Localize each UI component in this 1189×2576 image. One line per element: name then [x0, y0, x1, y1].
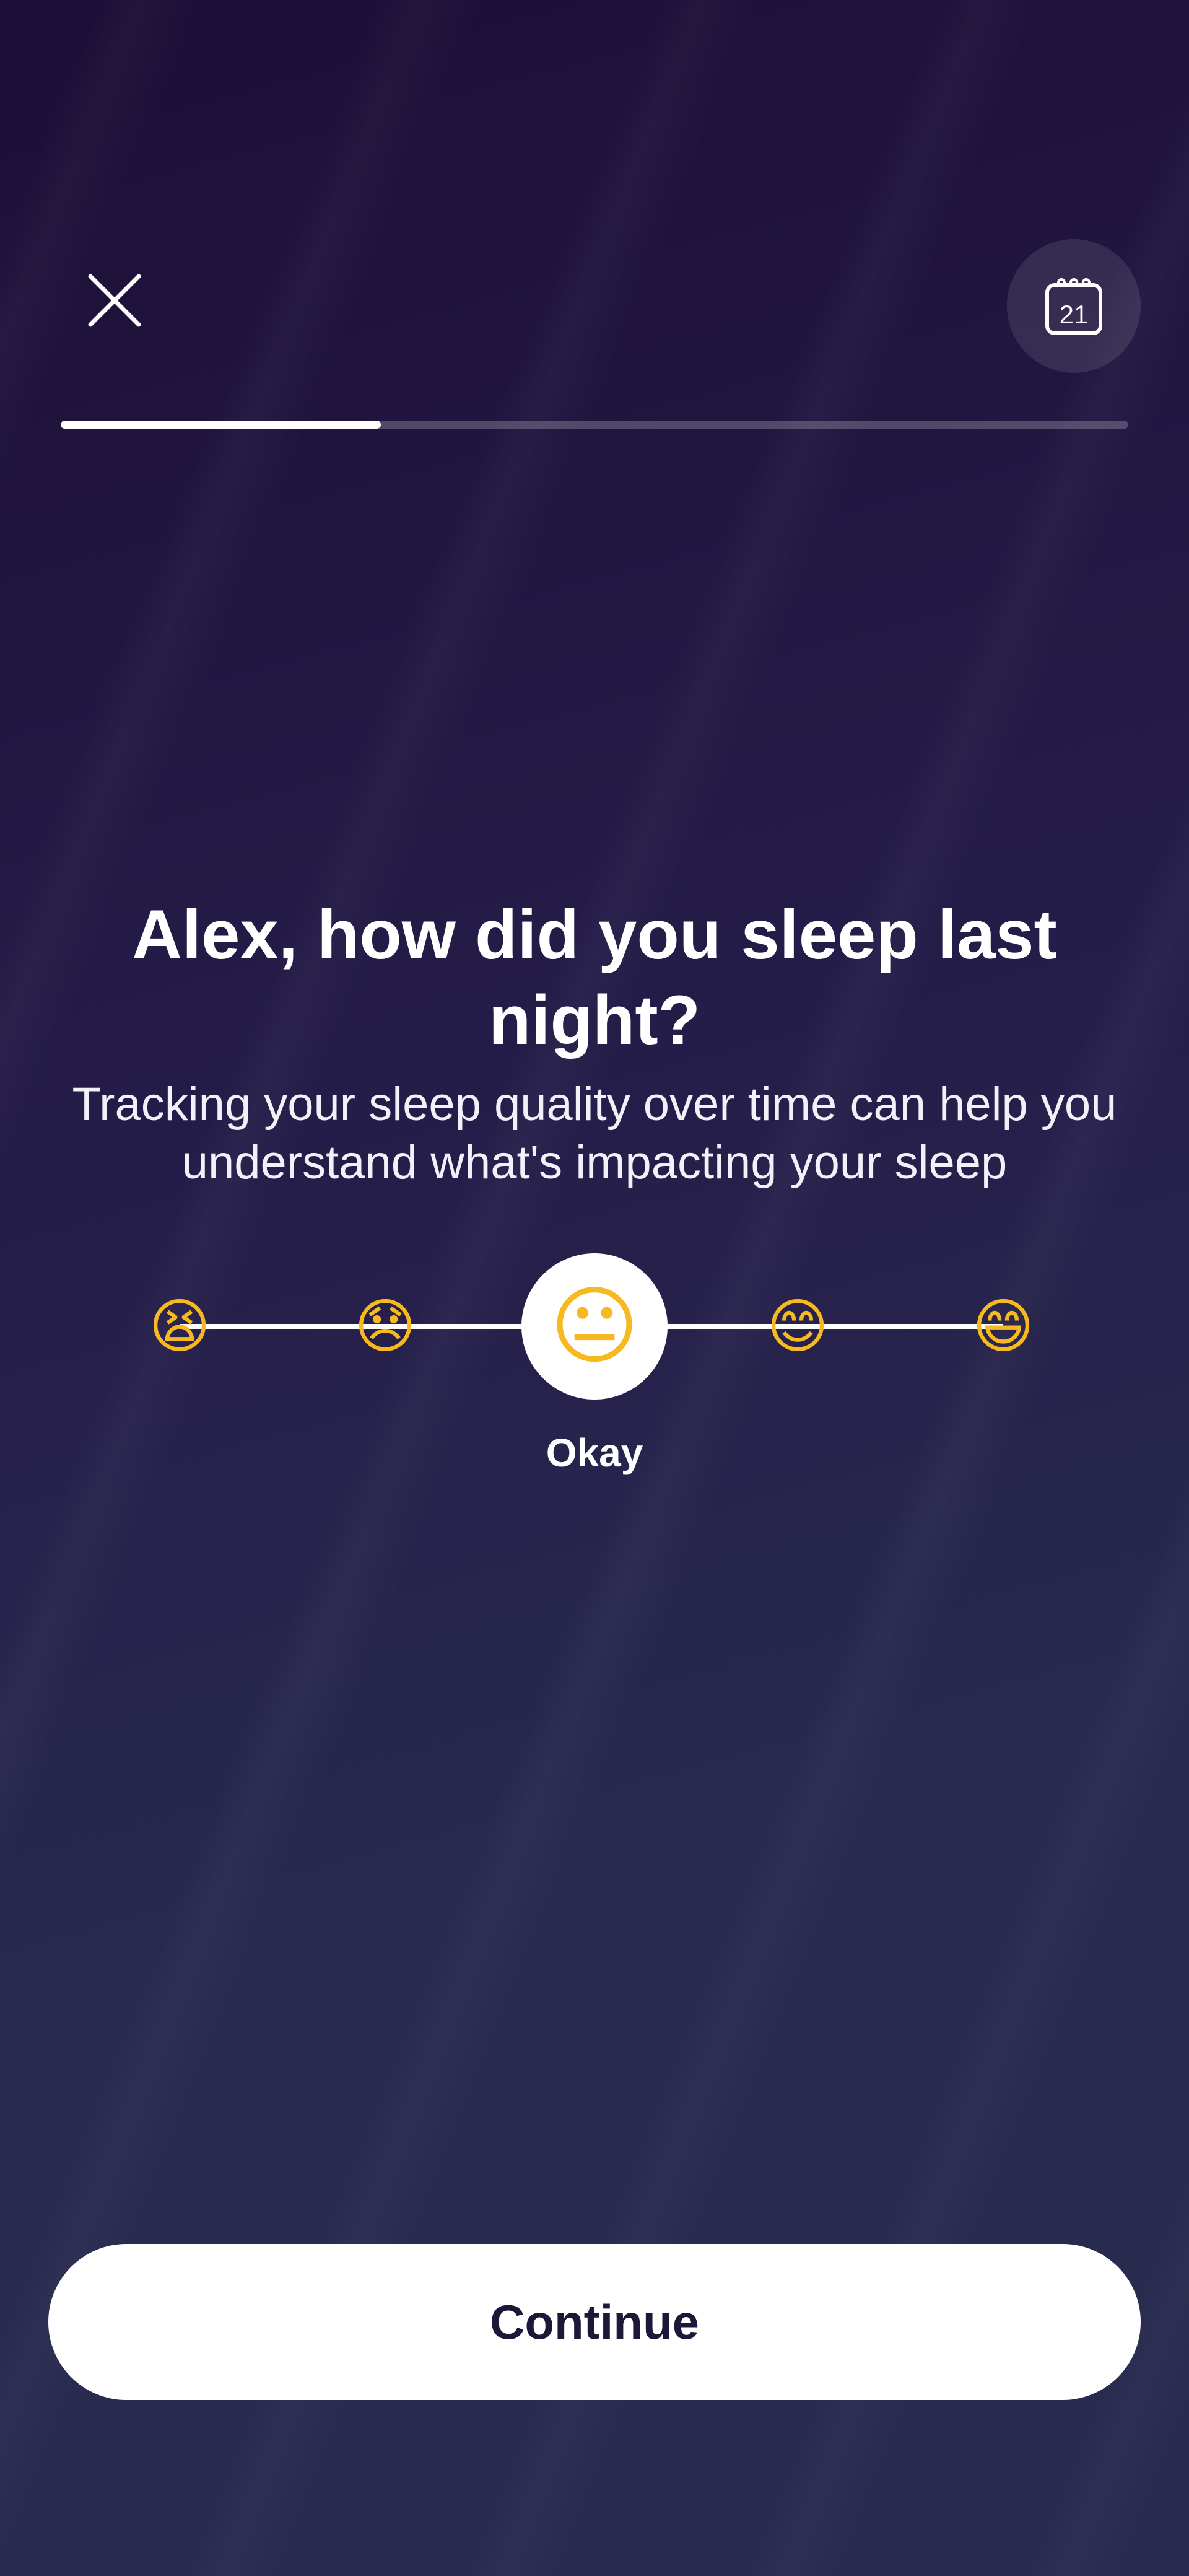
grinning-face-icon: 😄 — [972, 1292, 1035, 1361]
sleep-rating-scale: 😫 😞 😐 😊 😄 — [0, 1251, 1189, 1400]
calendar-day-number: 21 — [1059, 300, 1089, 329]
rating-option-3-selected[interactable]: 😐 — [521, 1253, 668, 1400]
rating-option-5[interactable]: 😄 — [969, 1292, 1037, 1360]
rating-option-2[interactable]: 😞 — [351, 1292, 419, 1360]
continue-button[interactable]: Continue — [48, 2244, 1141, 2400]
tired-face-icon: 😫 — [148, 1292, 211, 1361]
calendar-button[interactable]: 21 — [1007, 239, 1141, 373]
smiling-face-icon: 😊 — [766, 1292, 829, 1361]
rating-option-1[interactable]: 😫 — [146, 1292, 214, 1360]
close-button[interactable] — [81, 266, 149, 335]
progress-bar — [61, 421, 1128, 429]
calendar-icon-wrap: 21 — [1044, 276, 1104, 336]
question-title: Alex, how did you sleep last night? — [132, 896, 1057, 1059]
question-subtitle: Tracking your sleep quality over time ca… — [72, 1078, 1117, 1189]
rating-option-4[interactable]: 😊 — [764, 1292, 832, 1360]
neutral-face-icon: 😐 — [550, 1276, 639, 1376]
progress-bar-fill — [61, 421, 381, 429]
selected-rating-label: Okay — [546, 1430, 643, 1475]
close-icon — [88, 274, 141, 327]
disappointed-face-icon: 😞 — [354, 1292, 417, 1361]
